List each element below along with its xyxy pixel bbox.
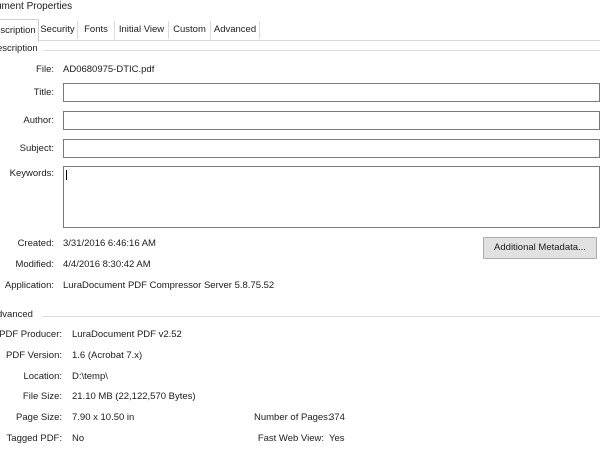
tab-custom[interactable]: Custom xyxy=(169,21,211,39)
tab-fonts[interactable]: Fonts xyxy=(78,21,115,39)
tab-advanced[interactable]: Advanced xyxy=(211,21,260,39)
location-label: Location: xyxy=(23,371,62,382)
subject-label: Subject: xyxy=(19,143,54,154)
pdf-producer-value: LuraDocument PDF v2.52 xyxy=(72,329,182,340)
file-size-label: File Size: xyxy=(22,391,62,402)
created-value: 3/31/2016 6:46:16 AM xyxy=(63,238,156,249)
application-label: Application: xyxy=(4,280,54,291)
page-size-label: Page Size: xyxy=(16,412,62,423)
author-label: Author: xyxy=(23,115,54,126)
application-value: LuraDocument PDF Compressor Server 5.8.7… xyxy=(63,280,275,291)
tagged-pdf-value: No xyxy=(72,433,85,444)
text-cursor xyxy=(66,170,67,180)
subject-field[interactable] xyxy=(63,139,600,158)
modified-value: 4/4/2016 8:30:42 AM xyxy=(63,259,151,270)
tab-initial-view[interactable]: Initial View xyxy=(115,21,169,39)
tab-description[interactable]: scription xyxy=(0,19,39,42)
keywords-label: Keywords: xyxy=(9,168,54,179)
file-size-value: 21.10 MB (22,122,570 Bytes) xyxy=(72,391,196,402)
title-label: Title: xyxy=(33,87,54,98)
description-divider xyxy=(44,50,600,51)
title-field[interactable] xyxy=(63,83,600,102)
advanced-section-label: dvanced xyxy=(0,309,33,320)
additional-metadata-button[interactable]: Additional Metadata... xyxy=(483,237,597,259)
tab-security[interactable]: Security xyxy=(38,21,78,39)
modified-label: Modified: xyxy=(15,259,54,270)
advanced-divider xyxy=(42,316,600,317)
num-pages-label: Number of Pages: xyxy=(254,412,331,423)
page-size-value: 7.90 x 10.50 in xyxy=(72,412,135,423)
file-value: AD0680975-DTIC.pdf xyxy=(63,64,155,75)
created-label: Created: xyxy=(17,238,54,249)
tagged-pdf-label: Tagged PDF: xyxy=(6,433,62,444)
pdf-producer-label: PDF Producer: xyxy=(0,329,62,340)
num-pages-value: 374 xyxy=(329,412,345,423)
description-section-label: escription xyxy=(0,43,38,54)
fast-web-view-value: Yes xyxy=(329,433,345,444)
file-label: File: xyxy=(36,64,54,75)
location-value: D:\temp\ xyxy=(72,371,108,382)
window-title: ument Properties xyxy=(0,1,73,12)
pdf-version-label: PDF Version: xyxy=(6,350,62,361)
author-field[interactable] xyxy=(63,111,600,130)
pdf-version-value: 1.6 (Acrobat 7.x) xyxy=(72,350,143,361)
keywords-field[interactable] xyxy=(63,166,600,228)
fast-web-view-label: Fast Web View: xyxy=(257,433,324,444)
